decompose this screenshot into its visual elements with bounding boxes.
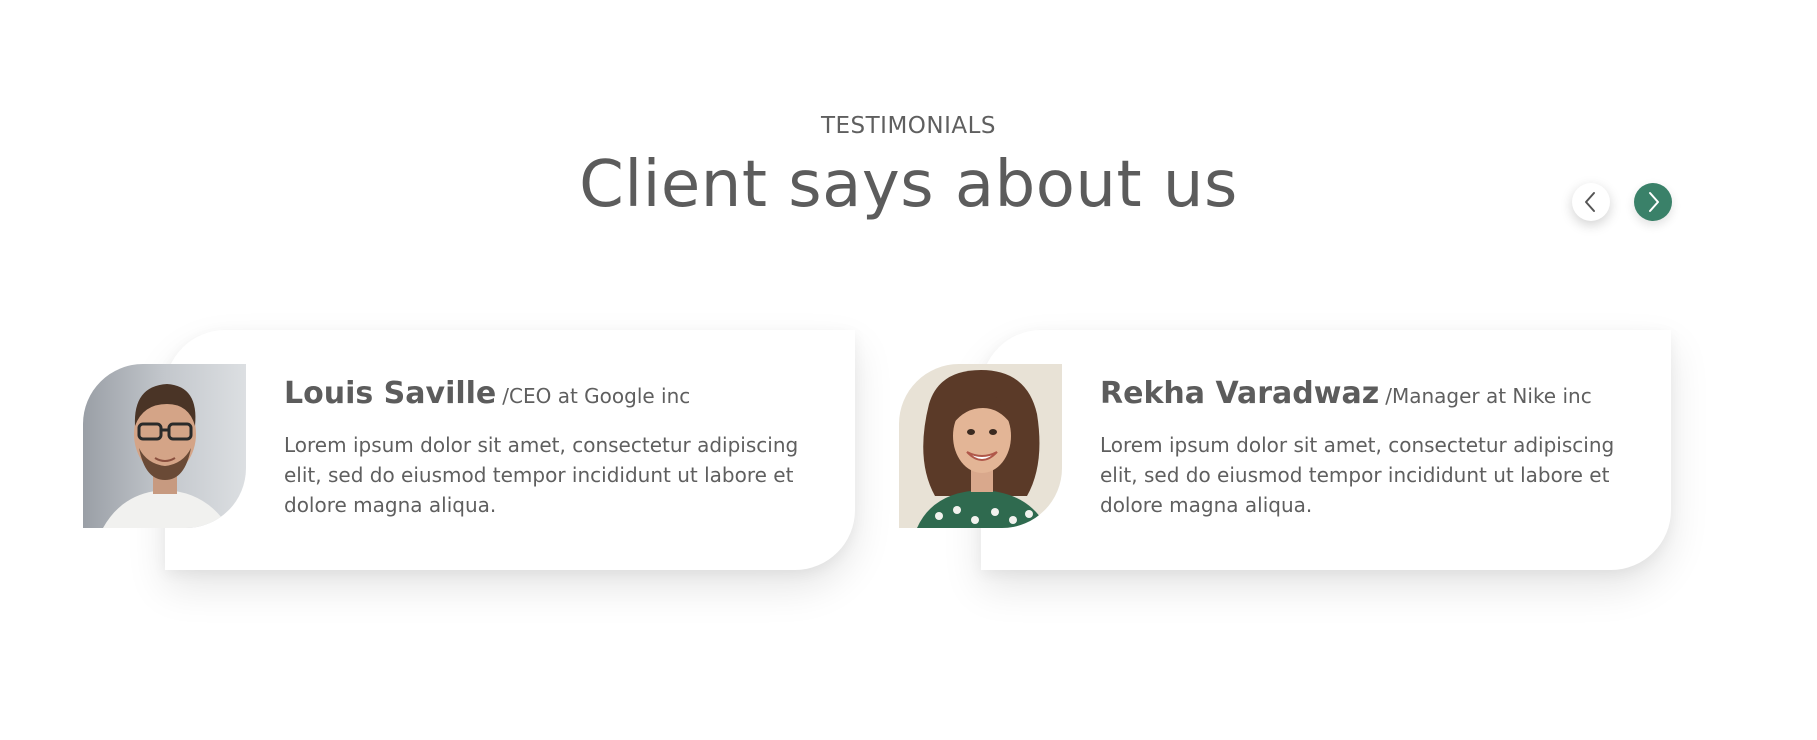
testimonial-content: Louis Saville/CEO at Google inc Lorem ip… xyxy=(284,372,814,520)
carousel-prev-button[interactable] xyxy=(1572,183,1610,221)
testimonial-quote: Lorem ipsum dolor sit amet, consectetur … xyxy=(1100,433,1615,517)
client-name: Rekha Varadwaz xyxy=(1100,376,1380,411)
carousel-next-button[interactable] xyxy=(1634,183,1672,221)
avatar xyxy=(899,364,1062,528)
avatar xyxy=(83,364,246,528)
man-with-glasses-photo xyxy=(83,364,246,528)
client-role: /Manager at Nike inc xyxy=(1385,384,1592,408)
testimonial-header: Rekha Varadwaz/Manager at Nike inc xyxy=(1100,372,1630,420)
testimonial-quote: Lorem ipsum dolor sit amet, consectetur … xyxy=(284,433,799,517)
chevron-left-icon xyxy=(1585,192,1595,212)
testimonial-header: Louis Saville/CEO at Google inc xyxy=(284,372,814,420)
client-name: Louis Saville xyxy=(284,376,497,411)
section-heading: Client says about us xyxy=(579,148,1238,222)
testimonial-content: Rekha Varadwaz/Manager at Nike inc Lorem… xyxy=(1100,372,1630,520)
client-role: /CEO at Google inc xyxy=(502,384,691,408)
chevron-right-icon xyxy=(1649,192,1659,212)
smiling-woman-photo xyxy=(899,364,1062,528)
testimonials-section: TESTIMONIALS Client says about us Louis … xyxy=(0,0,1817,740)
section-eyebrow: TESTIMONIALS xyxy=(820,113,997,139)
